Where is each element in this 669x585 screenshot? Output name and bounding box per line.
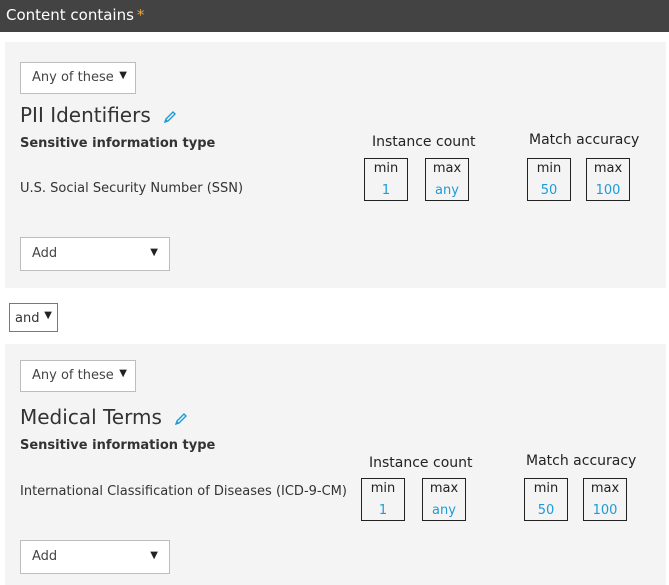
instance-count-label: Instance count	[369, 455, 473, 471]
max-label: max	[429, 481, 459, 496]
section-title: Content contains *	[6, 6, 144, 24]
condition-group-pii: Any of these ▼ PII Identifiers Sensitive…	[5, 42, 666, 288]
condition-group-medical: Any of these ▼ Medical Terms Sensitive i…	[5, 344, 666, 585]
add-type-dropdown[interactable]: Add ▼	[20, 540, 170, 574]
caret-down-icon: ▼	[119, 368, 127, 379]
match-mode-select[interactable]: Any of these ▼	[20, 62, 136, 94]
caret-down-icon: ▼	[150, 247, 158, 258]
match-accuracy-max-value: 100	[592, 503, 618, 518]
match-mode-value: Any of these	[32, 70, 114, 85]
caret-down-icon: ▼	[44, 310, 52, 321]
column-header-type: Sensitive information type	[20, 438, 216, 453]
section-title-text: Content contains	[6, 6, 134, 24]
required-mark: *	[136, 6, 145, 24]
sensitive-type-name: U.S. Social Security Number (SSN)	[20, 181, 244, 196]
column-header-type: Sensitive information type	[20, 136, 216, 151]
instance-count-min-field[interactable]: min 1	[361, 478, 405, 521]
group-operator-value: and	[15, 311, 40, 326]
caret-down-icon: ▼	[150, 550, 158, 561]
max-label: max	[432, 161, 462, 176]
instance-count-min-value: 1	[378, 503, 388, 518]
pencil-icon[interactable]	[174, 407, 188, 431]
group-name: PII Identifiers	[20, 103, 177, 129]
match-mode-value: Any of these	[32, 368, 114, 383]
instance-count-max-field[interactable]: max any	[425, 158, 469, 201]
sensitive-type-name: International Classification of Diseases…	[20, 484, 347, 499]
match-accuracy-min-field[interactable]: min 50	[524, 478, 568, 521]
min-label: min	[373, 161, 399, 176]
group-name-text: Medical Terms	[20, 405, 162, 429]
instance-count-max-value: any	[432, 503, 456, 518]
add-label: Add	[32, 549, 58, 564]
match-accuracy-label: Match accuracy	[529, 132, 640, 148]
match-accuracy-min-value: 50	[537, 503, 555, 518]
instance-count-min-value: 1	[381, 183, 391, 198]
caret-down-icon: ▼	[119, 70, 127, 81]
instance-count-max-value: any	[435, 183, 459, 198]
group-operator-select[interactable]: and ▼	[9, 303, 58, 332]
instance-count-label: Instance count	[372, 134, 476, 150]
max-label: max	[593, 161, 623, 176]
min-label: min	[370, 481, 396, 496]
match-accuracy-max-field[interactable]: max 100	[583, 478, 627, 521]
instance-count-max-field[interactable]: max any	[422, 478, 466, 521]
group-name-text: PII Identifiers	[20, 103, 151, 127]
match-accuracy-max-value: 100	[595, 183, 621, 198]
match-accuracy-label: Match accuracy	[526, 453, 637, 469]
match-accuracy-min-field[interactable]: min 50	[527, 158, 571, 201]
section-header: Content contains *	[0, 0, 669, 32]
add-label: Add	[32, 246, 58, 261]
match-mode-select[interactable]: Any of these ▼	[20, 360, 136, 392]
match-accuracy-min-value: 50	[540, 183, 558, 198]
add-type-dropdown[interactable]: Add ▼	[20, 237, 170, 271]
group-name: Medical Terms	[20, 405, 188, 431]
pencil-icon[interactable]	[163, 105, 177, 129]
instance-count-min-field[interactable]: min 1	[364, 158, 408, 201]
min-label: min	[533, 481, 559, 496]
match-accuracy-max-field[interactable]: max 100	[586, 158, 630, 201]
min-label: min	[536, 161, 562, 176]
max-label: max	[590, 481, 620, 496]
